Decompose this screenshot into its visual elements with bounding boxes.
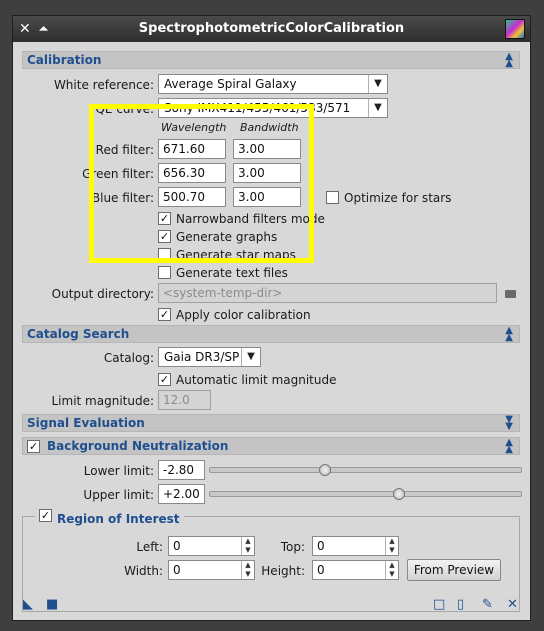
catalog-label: Catalog:: [103, 351, 154, 365]
collapse-icon[interactable]: ▲ ▲: [505, 326, 513, 343]
chevron-down-icon[interactable]: ▼: [368, 99, 387, 117]
optimize-stars-checkbox[interactable]: [326, 191, 339, 204]
section-title: Background Neutralization: [47, 439, 229, 453]
apply-color-calibration-label: Apply color calibration: [176, 308, 311, 322]
collapse-icon[interactable]: ▲ ▲: [505, 438, 513, 455]
expand-icon[interactable]: ▼ ▼: [505, 415, 513, 432]
spin-value: 0: [173, 563, 181, 577]
roi-header: ✓ Region of Interest: [35, 508, 184, 526]
collapse-icon[interactable]: ▲ ▲: [505, 52, 513, 69]
window-title: SpectrophotometricColorCalibration: [138, 21, 405, 36]
lower-limit-input[interactable]: -2.80: [158, 460, 205, 480]
region-of-interest-checkbox[interactable]: ✓: [39, 509, 52, 522]
reset-icon[interactable]: ✕: [507, 597, 518, 612]
new-instance-icon[interactable]: ◣: [23, 597, 33, 612]
chevron-down-icon[interactable]: ▼: [241, 348, 260, 366]
spin-value: 0: [317, 539, 325, 553]
combo-value: Gaia DR3/SP: [164, 350, 240, 364]
spin-arrows-icon[interactable]: ▲ ▼: [385, 537, 398, 555]
section-signal-evaluation[interactable]: Signal Evaluation ▼ ▼: [22, 414, 520, 432]
lower-limit-label: Lower limit:: [83, 464, 154, 478]
section-title: Calibration: [27, 53, 102, 67]
white-reference-combo[interactable]: Average Spiral Galaxy ▼: [158, 74, 388, 94]
limit-magnitude-input[interactable]: 12.0: [158, 390, 211, 410]
combo-value: Average Spiral Galaxy: [164, 77, 297, 91]
background-neutralization-checkbox[interactable]: ✓: [27, 440, 40, 453]
spin-value: 0: [317, 563, 325, 577]
slider-handle[interactable]: [318, 464, 331, 476]
roi-top-label: Top:: [280, 540, 305, 554]
highlight-box: [89, 104, 314, 263]
section-title: Signal Evaluation: [27, 416, 145, 430]
apply-global-icon[interactable]: ■: [46, 597, 58, 612]
generate-text-files-label: Generate text files: [176, 266, 288, 280]
white-reference-label: White reference:: [53, 78, 154, 92]
upper-limit-label: Upper limit:: [83, 488, 154, 502]
chevron-down-icon[interactable]: ▼: [368, 75, 387, 93]
lower-limit-slider[interactable]: [209, 464, 522, 476]
catalog-combo[interactable]: Gaia DR3/SP ▼: [158, 347, 261, 367]
spin-arrows-icon[interactable]: ▲ ▼: [385, 561, 398, 579]
documentation-icon[interactable]: ▯: [457, 597, 464, 612]
from-preview-button[interactable]: From Preview: [407, 559, 501, 581]
roi-left-spinbox[interactable]: 0 ▲ ▼: [168, 536, 255, 556]
auto-limit-magnitude-checkbox[interactable]: ✓: [158, 373, 171, 386]
roi-height-label: Height:: [261, 564, 305, 578]
roi-height-spinbox[interactable]: 0 ▲ ▼: [312, 560, 399, 580]
generate-text-files-checkbox[interactable]: [158, 266, 171, 279]
roi-left-label: Left:: [136, 540, 163, 554]
process-window: ✕ ⏶ SpectrophotometricColorCalibration C…: [12, 15, 531, 621]
apply-color-calibration-checkbox[interactable]: ✓: [158, 308, 171, 321]
roi-width-spinbox[interactable]: 0 ▲ ▼: [168, 560, 255, 580]
optimize-stars-label: Optimize for stars: [344, 191, 452, 205]
region-of-interest-group: ✓ Region of Interest Left: 0 ▲ ▼ Top: 0 ▲…: [22, 508, 520, 612]
roi-title: Region of Interest: [57, 512, 180, 526]
folder-icon[interactable]: [505, 290, 516, 298]
upper-limit-slider[interactable]: [209, 488, 522, 500]
app-icon: [505, 19, 525, 39]
output-directory-input[interactable]: <system-temp-dir>: [158, 283, 497, 303]
spin-value: 0: [173, 539, 181, 553]
wrench-icon[interactable]: ✎: [482, 597, 493, 612]
slider-handle[interactable]: [393, 488, 406, 500]
output-directory-label: Output directory:: [51, 287, 154, 301]
section-background-neutralization[interactable]: ✓ Background Neutralization ▲ ▲: [22, 437, 520, 455]
roi-width-label: Width:: [124, 564, 163, 578]
title-bar[interactable]: ✕ ⏶ SpectrophotometricColorCalibration: [13, 16, 530, 42]
section-catalog-search[interactable]: Catalog Search ▲ ▲: [22, 325, 520, 343]
preview-icon[interactable]: □: [433, 597, 445, 612]
limit-magnitude-label: Limit magnitude:: [51, 394, 154, 408]
auto-limit-magnitude-label: Automatic limit magnitude: [176, 373, 337, 387]
section-title: Catalog Search: [27, 327, 130, 341]
section-calibration[interactable]: Calibration ▲ ▲: [22, 51, 520, 69]
upper-limit-input[interactable]: +2.00: [158, 484, 205, 504]
roi-top-spinbox[interactable]: 0 ▲ ▼: [312, 536, 399, 556]
